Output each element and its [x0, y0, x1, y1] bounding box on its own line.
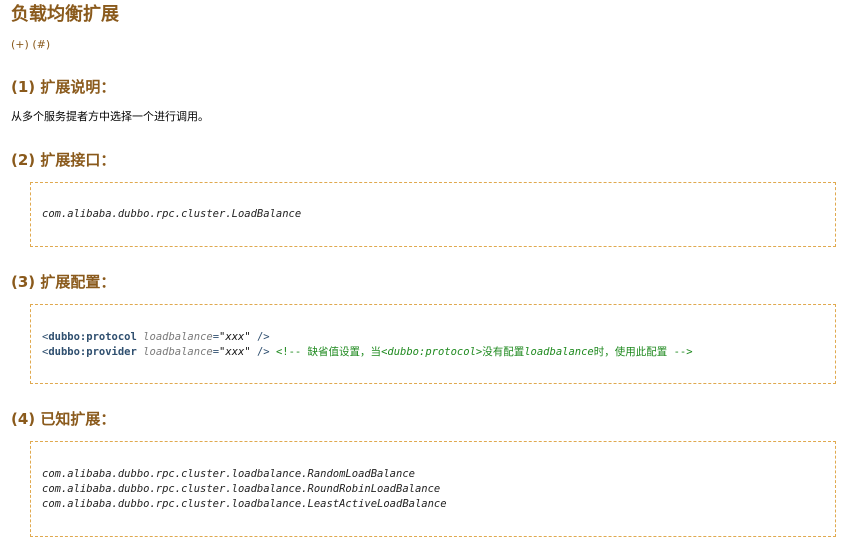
comment-attr: loadbalance: [524, 346, 594, 358]
page-title: 负载均衡扩展: [11, 4, 119, 25]
anchor-links: (+) (#): [11, 38, 50, 52]
known-extension-line: com.alibaba.dubbo.rpc.cluster.loadbalanc…: [42, 498, 447, 510]
config-code-line-protocol: <dubbo:protocol loadbalance="xxx" />: [42, 330, 270, 345]
section-heading-config: (3) 扩展配置：: [11, 273, 116, 291]
section-heading-interface: (2) 扩展接口：: [11, 151, 116, 169]
description-text: 从多个服务提者方中选择一个进行调用。: [11, 110, 209, 123]
interface-code-line: com.alibaba.dubbo.rpc.cluster.LoadBalanc…: [42, 208, 302, 220]
code-attribute: loadbalance: [143, 346, 213, 358]
comment-end: 时，使用此配置 -->: [593, 346, 693, 358]
section-heading-known: (4) 已知扩展：: [11, 410, 116, 428]
code-comment: <!-- 缺省值设置，当<dubbo:protocol>没有配置loadbala…: [276, 346, 693, 358]
config-code-line-provider: <dubbo:provider loadbalance="xxx" /> <!-…: [42, 345, 693, 360]
code-string: "xxx": [219, 346, 251, 358]
permalink-link[interactable]: (#): [32, 38, 50, 51]
code-punct: />: [250, 346, 270, 358]
known-extension-line: com.alibaba.dubbo.rpc.cluster.loadbalanc…: [42, 468, 415, 480]
code-punct: />: [250, 331, 270, 343]
comment-mid: 没有配置: [482, 346, 525, 358]
code-string: "xxx": [219, 331, 251, 343]
code-tag: dubbo:provider: [48, 346, 137, 358]
expand-link[interactable]: (+): [11, 38, 29, 51]
document-page: 负载均衡扩展 (+) (#) (1) 扩展说明： 从多个服务提者方中选择一个进行…: [0, 0, 852, 554]
interface-code-box: com.alibaba.dubbo.rpc.cluster.LoadBalanc…: [30, 182, 836, 247]
known-extension-line: com.alibaba.dubbo.rpc.cluster.loadbalanc…: [42, 483, 441, 495]
config-code-box: <dubbo:protocol loadbalance="xxx" /> <du…: [30, 304, 836, 384]
known-extensions-code-box: com.alibaba.dubbo.rpc.cluster.loadbalanc…: [30, 441, 836, 537]
comment-start: <!-- 缺省值设置，当: [275, 346, 382, 358]
code-tag: dubbo:protocol: [48, 331, 137, 343]
comment-tag: <dubbo:protocol>: [381, 346, 483, 358]
code-attribute: loadbalance: [143, 331, 213, 343]
section-heading-description: (1) 扩展说明：: [11, 78, 116, 96]
